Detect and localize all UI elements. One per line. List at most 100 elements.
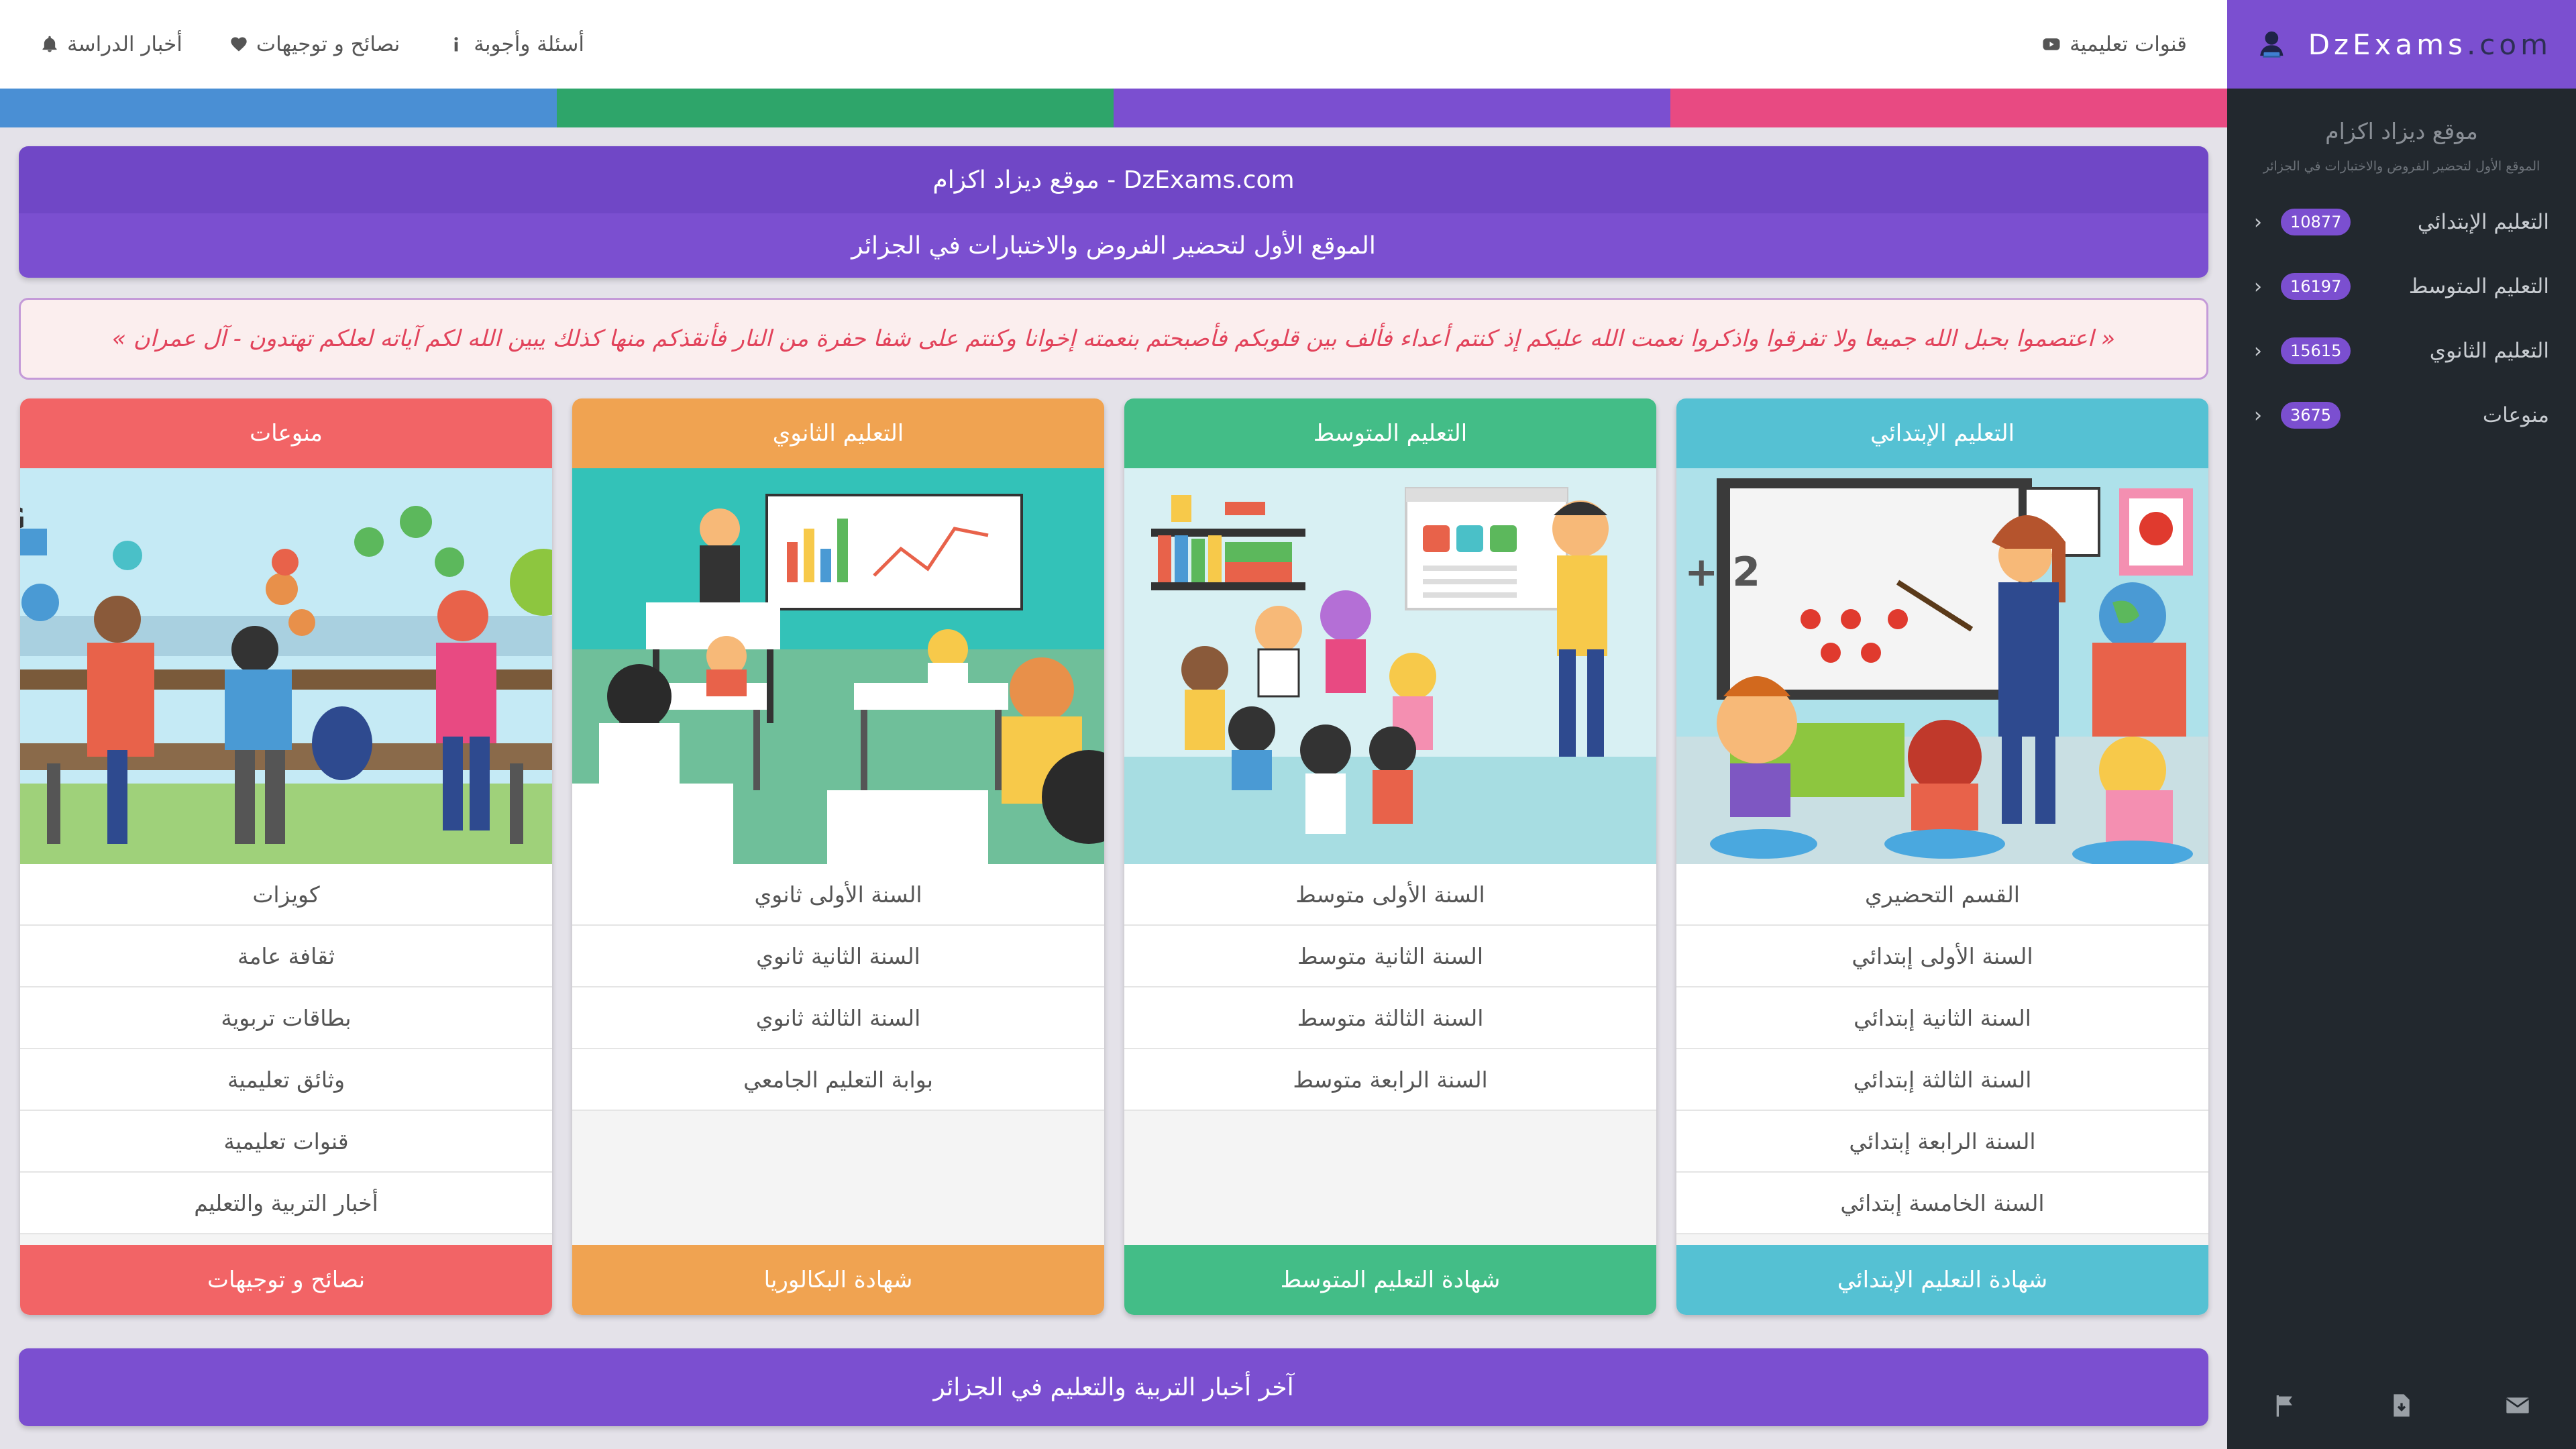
study-news-label: أخبار الدراسة [67,32,182,56]
advice-label: نصائح و توجيهات [256,32,400,56]
sidebar-item-label: منوعات [2482,403,2549,427]
chevron-left-icon: ‹ [2254,339,2262,363]
youtube-icon [2043,38,2060,50]
misc-illustration: G [20,468,552,864]
middle-illustration [1124,468,1656,864]
stripe-blue [0,89,557,127]
card-links: القسم التحضيري السنة الأولى إبتدائي السن… [1676,864,2208,1234]
card-title[interactable]: التعليم الإبتدائي [1676,398,2208,468]
faq-link[interactable]: أسئلة وأجوبة [447,32,584,56]
news-banner[interactable]: آخر أخبار التربية والتعليم في الجزائر [19,1348,2208,1426]
list-item[interactable]: السنة الخامسة إبتدائي [1676,1173,2208,1234]
primary-illustration: 2 + 3 = [1676,468,2208,864]
list-item[interactable]: السنة الثانية إبتدائي [1676,987,2208,1049]
card-footer-button[interactable]: شهادة التعليم الإبتدائي [1676,1245,2208,1315]
list-item[interactable]: السنة الثالثة إبتدائي [1676,1049,2208,1111]
list-item[interactable]: بوابة التعليم الجامعي [572,1049,1104,1111]
bell-icon [42,36,57,52]
stripe-pink [1670,89,2227,127]
chevron-left-icon: ‹ [2254,403,2262,427]
card-primary: التعليم الإبتدائي 2 + 3 = [1676,398,2208,1315]
top-nav-links: أخبار الدراسة نصائح و توجيهات أسئلة وأجو… [40,32,584,56]
list-item[interactable]: السنة الثانية متوسط [1124,926,1656,987]
list-item[interactable]: السنة الأولى متوسط [1124,864,1656,926]
file-download-icon[interactable] [2388,1392,2415,1419]
secondary-classroom-image [572,468,1104,864]
color-stripes [0,89,2227,127]
sidebar-item-label: التعليم المتوسط [2408,274,2549,299]
sidebar-item-middle[interactable]: التعليم المتوسط 16197 ‹ [2227,254,2576,319]
misc-people-image: G [20,468,552,864]
list-item[interactable]: السنة الثانية ثانوي [572,926,1104,987]
card-misc: منوعات G [20,398,552,1315]
info-icon [454,37,458,52]
card-title[interactable]: التعليم الثانوي [572,398,1104,468]
quran-verse: « اعتصموا بحبل الله جميعا ولا تفرقوا واذ… [19,298,2208,380]
card-links: السنة الأولى متوسط السنة الثانية متوسط ا… [1124,864,1656,1111]
primary-classroom-image: 2 + 3 = [1676,468,2208,864]
sidebar-item-secondary[interactable]: التعليم الثانوي 15615 ‹ [2227,319,2576,383]
chevron-left-icon: ‹ [2254,210,2262,234]
card-footer-button[interactable]: شهادة التعليم المتوسط [1124,1245,1656,1315]
sidebar-site-name: موقع ديزاد اكزام [2325,118,2478,144]
sidebar: DzExams.com موقع ديزاد اكزام الموقع الأو… [2227,0,2576,1449]
list-item[interactable]: القسم التحضيري [1676,864,2208,926]
advice-link[interactable]: نصائح و توجيهات [229,32,400,56]
list-item[interactable]: السنة الرابعة متوسط [1124,1049,1656,1111]
sidebar-item-misc[interactable]: منوعات 3675 ‹ [2227,383,2576,447]
brand[interactable]: DzExams.com [2227,17,2552,71]
main-content: موقع ديزاد اكزام - DzExams.com الموقع ال… [19,146,2208,1426]
list-item[interactable]: قنوات تعليمية [20,1111,552,1173]
list-item[interactable]: السنة الأولى ثانوي [572,864,1104,926]
list-item[interactable]: وثائق تعليمية [20,1049,552,1111]
hero-title: موقع ديزاد اكزام - DzExams.com [19,146,2208,213]
count-badge: 3675 [2281,402,2341,429]
card-secondary: التعليم الثانوي السنة الأولى ثانوي السنة… [572,398,1104,1315]
list-item[interactable]: السنة الثالثة متوسط [1124,987,1656,1049]
brand-main: DzExams [2308,28,2467,61]
list-item[interactable]: أخبار التربية والتعليم [20,1173,552,1234]
heart-icon [231,37,247,52]
stripe-purple [1114,89,1670,127]
stripe-green [557,89,1114,127]
list-item[interactable]: ثقافة عامة [20,926,552,987]
sidebar-menu: التعليم الإبتدائي 10877 ‹ التعليم المتوسط… [2227,190,2576,447]
edu-channels-link[interactable]: قنوات تعليمية [2041,32,2187,56]
math-text: 2 + 3 = [1676,549,1760,596]
study-news-link[interactable]: أخبار الدراسة [40,32,182,56]
category-cards: التعليم الإبتدائي 2 + 3 = [19,398,2208,1315]
card-title[interactable]: التعليم المتوسط [1124,398,1656,468]
brand-name: DzExams.com [2308,28,2552,61]
middle-classroom-image [1124,468,1656,864]
faq-label: أسئلة وأجوبة [474,32,584,56]
card-links: السنة الأولى ثانوي السنة الثانية ثانوي ا… [572,864,1104,1111]
sidebar-header[interactable]: DzExams.com [2227,0,2576,89]
list-item[interactable]: السنة الرابعة إبتدائي [1676,1111,2208,1173]
secondary-illustration [572,468,1104,864]
sidebar-item-label: التعليم الثانوي [2429,339,2549,363]
count-badge: 10877 [2281,209,2351,235]
sidebar-item-primary[interactable]: التعليم الإبتدائي 10877 ‹ [2227,190,2576,254]
sidebar-tagline: الموقع الأول لتحضير الفروض والاختبارات ف… [2263,159,2540,174]
sidebar-footer [2227,1362,2576,1449]
brand-suffix: .com [2466,28,2552,61]
edu-channels-label: قنوات تعليمية [2070,32,2187,56]
list-item[interactable]: بطاقات تربوية [20,987,552,1049]
hero-subtitle: الموقع الأول لتحضير الفروض والاختبارات ف… [19,213,2208,278]
list-item[interactable]: السنة الثالثة ثانوي [572,987,1104,1049]
card-title[interactable]: منوعات [20,398,552,468]
sidebar-item-label: التعليم الإبتدائي [2417,210,2549,234]
card-links: كويزات ثقافة عامة بطاقات تربوية وثائق تع… [20,864,552,1234]
list-item[interactable]: كويزات [20,864,552,926]
card-footer-button[interactable]: نصائح و توجيهات [20,1245,552,1315]
student-avatar-icon [2260,31,2284,58]
chevron-left-icon: ‹ [2254,274,2262,299]
card-footer-button[interactable]: شهادة البكالوريا [572,1245,1104,1315]
card-middle: التعليم المتوسط السنة الأولى متوسط السنة… [1124,398,1656,1315]
count-badge: 16197 [2281,273,2351,300]
top-navbar: أخبار الدراسة نصائح و توجيهات أسئلة وأجو… [0,0,2227,89]
flag-icon[interactable] [2272,1392,2299,1419]
envelope-icon[interactable] [2504,1392,2531,1419]
list-item[interactable]: السنة الأولى إبتدائي [1676,926,2208,987]
hero-banner: موقع ديزاد اكزام - DzExams.com الموقع ال… [19,146,2208,278]
